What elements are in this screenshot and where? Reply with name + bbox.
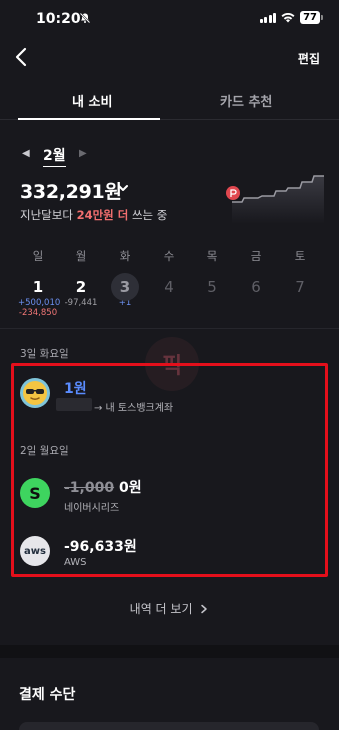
day-sat: 토 7: [280, 248, 320, 296]
prev-month-button[interactable]: ◀: [22, 148, 30, 159]
day-expense: -234,850: [18, 308, 58, 318]
chevron-down-icon[interactable]: [116, 180, 130, 194]
day-name: 목: [206, 249, 218, 263]
day-number: 2: [75, 278, 87, 296]
month-label[interactable]: 2월: [43, 145, 66, 167]
day-number: 1: [32, 278, 44, 296]
day-tue-today[interactable]: 화 3 +1: [105, 248, 145, 308]
payment-method-card[interactable]: [19, 722, 319, 730]
group-date-header: 3일 화요일: [20, 348, 69, 360]
day-name: 수: [163, 249, 175, 263]
day-name: 금: [250, 249, 262, 263]
divider: [0, 328, 339, 329]
cumulative-spending-mini-chart: [226, 175, 324, 224]
wifi-icon: [281, 12, 295, 23]
day-fri: 금 6: [236, 248, 276, 296]
status-indicators: 77: [259, 11, 323, 24]
back-button[interactable]: [12, 45, 32, 69]
day-number: 5: [207, 278, 217, 296]
monthly-total[interactable]: 332,291원: [20, 177, 122, 204]
chart-marker-icon: [226, 186, 240, 200]
day-expense: -97,441: [64, 298, 98, 308]
annotation-highlight-box: [11, 363, 328, 577]
tab-bar: 내 소비 카드 추천: [0, 82, 339, 120]
compare-prefix: 지난달보다: [20, 208, 73, 222]
battery-indicator: 77: [300, 11, 323, 24]
day-sun[interactable]: 일 1 +500,010 -234,850: [18, 248, 61, 318]
tab-my-spending[interactable]: 내 소비: [72, 91, 112, 110]
chevron-right-icon: [201, 604, 208, 614]
compare-highlight: 24만원 더: [76, 208, 129, 222]
chevron-left-icon: [15, 47, 27, 67]
day-wed: 수 4: [149, 248, 189, 296]
day-name: 일: [32, 249, 44, 263]
day-number: 4: [164, 278, 174, 296]
payment-methods-title: 결제 수단: [19, 687, 76, 703]
show-more-button[interactable]: 내역 더 보기: [0, 600, 339, 617]
day-number: 6: [251, 278, 261, 296]
day-number: 7: [295, 278, 305, 296]
day-name: 화: [119, 249, 131, 263]
day-name: 월: [75, 249, 87, 263]
day-income: +500,010: [18, 298, 61, 308]
compare-suffix: 쓰는 중: [131, 208, 168, 222]
status-time: 10:20: [36, 11, 81, 27]
show-more-label: 내역 더 보기: [129, 602, 193, 616]
section-gap: [0, 645, 339, 658]
day-number: 3: [119, 278, 131, 296]
next-month-button[interactable]: ▶: [79, 148, 87, 159]
day-mon[interactable]: 월 2 -97,441: [61, 248, 101, 308]
day-thu: 목 5: [192, 248, 232, 296]
mute-bell-icon: [79, 12, 91, 27]
tab-card-recommend[interactable]: 카드 추천: [220, 91, 272, 110]
day-name: 토: [294, 249, 306, 263]
active-tab-indicator: [18, 118, 160, 120]
month-comparison: 지난달보다 24만원 더 쓰는 중: [20, 207, 167, 223]
cellular-signal-icon: [259, 12, 277, 23]
edit-button[interactable]: 편집: [298, 50, 320, 67]
